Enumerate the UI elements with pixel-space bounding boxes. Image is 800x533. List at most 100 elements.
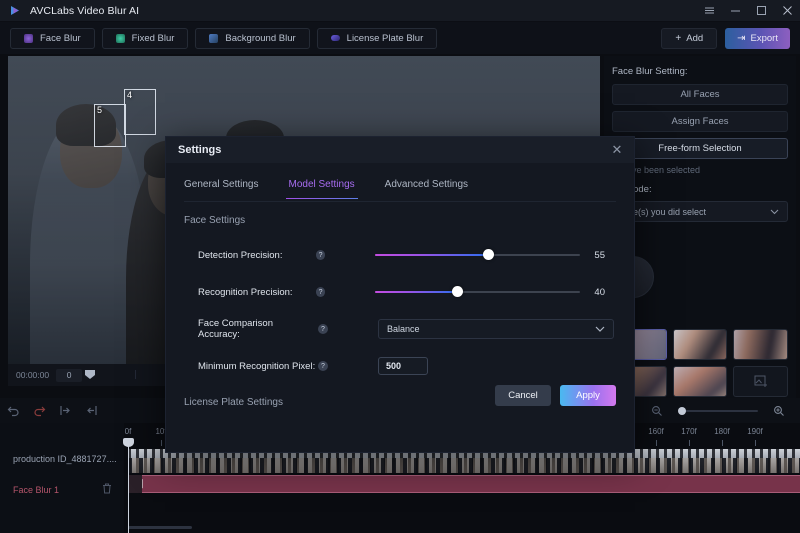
close-icon[interactable]	[774, 0, 800, 22]
tab-model-settings[interactable]: Model Settings	[285, 179, 358, 199]
preview-frame-input[interactable]: 0	[56, 368, 83, 382]
timeline-scrollbar[interactable]	[128, 526, 192, 529]
timeline-playhead[interactable]	[123, 438, 134, 533]
tool-label: License Plate Blur	[346, 32, 424, 44]
recognition-precision-label: Recognition Precision:	[198, 286, 293, 298]
chevron-down-icon	[770, 207, 779, 217]
export-icon: ⇥	[737, 32, 746, 44]
question-mark-icon[interactable]: ?	[318, 324, 328, 334]
dialog-tabs: General Settings Model Settings Advanced…	[166, 163, 634, 201]
track-name-video[interactable]: production ID_4881727....	[0, 423, 124, 464]
detection-precision-slider[interactable]	[375, 248, 581, 262]
title-bar: AVCLabs Video Blur AI	[0, 0, 800, 22]
face-box-number: 5	[97, 105, 103, 115]
track-names: production ID_4881727.... Face Blur 1	[0, 423, 124, 533]
add-button[interactable]: + Add	[661, 27, 718, 49]
main-stage: 5 4 00:00:00 0 Face Blur Setting: All Fa…	[0, 54, 800, 453]
tab-general-settings[interactable]: General Settings	[184, 179, 259, 199]
timeline-zoom	[644, 398, 792, 423]
trash-icon[interactable]	[102, 483, 112, 496]
face-detection-box[interactable]: 5	[94, 104, 126, 147]
blur-style-2[interactable]	[672, 329, 728, 360]
track-label: Face Blur 1	[13, 484, 60, 495]
question-mark-icon[interactable]: ?	[318, 361, 328, 371]
app-title: AVCLabs Video Blur AI	[30, 4, 140, 17]
maximize-icon[interactable]	[748, 0, 774, 22]
all-faces-button[interactable]: All Faces	[612, 84, 788, 105]
cancel-button[interactable]: Cancel	[495, 384, 551, 406]
fixed-blur-icon	[115, 33, 125, 43]
dialog-body: Face Settings Detection Precision: ? 55 …	[166, 202, 634, 417]
face-comparison-accuracy-value: Balance	[387, 324, 420, 334]
chevron-down-icon	[595, 324, 605, 334]
undo-icon[interactable]	[0, 398, 26, 423]
assign-faces-button[interactable]: Assign Faces	[612, 111, 788, 132]
face-comparison-accuracy-select[interactable]: Balance	[378, 319, 614, 339]
selection-count-note: s) have been selected	[612, 165, 701, 175]
tool-label: Background Blur	[225, 32, 296, 44]
question-mark-icon[interactable]: ?	[315, 287, 326, 297]
face-box-number: 4	[127, 90, 133, 100]
apply-button[interactable]: Apply	[560, 384, 616, 406]
application-window: AVCLabs Video Blur AI Face Blur Fixed Bl…	[0, 0, 800, 533]
blur-style-5[interactable]	[672, 366, 728, 397]
blur-type-label: pe:	[612, 312, 788, 323]
dialog-title: Settings	[178, 144, 222, 156]
split-right-icon[interactable]	[78, 398, 104, 423]
add-label: Add	[686, 32, 704, 44]
field-face-comparison-accuracy: Face Comparison Accuracy: ? Balance	[184, 314, 616, 344]
tool-fixed-blur[interactable]: Fixed Blur	[101, 27, 189, 49]
face-list-label: ist:	[612, 233, 788, 244]
face-list	[612, 250, 788, 304]
blur-mode-label: on Mode:	[612, 184, 652, 195]
timeline-clip-face-blur[interactable]: ❚❚	[128, 475, 800, 493]
detection-precision-label: Detection Precision:	[198, 249, 283, 261]
blur-mode-select[interactable]: face(s) you did select	[612, 201, 788, 222]
tool-label: Fixed Blur	[131, 32, 175, 44]
blur-style-3[interactable]	[733, 329, 788, 360]
detection-precision-value: 55	[594, 249, 605, 261]
window-controls	[696, 0, 800, 22]
timeline-clip-handle[interactable]	[128, 475, 142, 493]
field-recognition-precision: Recognition Precision: ? 40	[184, 277, 616, 307]
main-toolbar: Face Blur Fixed Blur Background Blur Lic…	[0, 22, 800, 54]
face-comparison-accuracy-label: Face Comparison Accuracy:	[198, 318, 273, 340]
question-mark-icon[interactable]: ?	[315, 250, 326, 260]
tool-face-blur[interactable]: Face Blur	[10, 27, 95, 49]
face-blur-setting-label: Face Blur Setting:	[612, 66, 688, 77]
field-detection-precision: Detection Precision: ? 55	[184, 240, 616, 270]
preview-timecode: 00:00:00	[16, 370, 50, 380]
add-image-icon[interactable]	[733, 366, 788, 397]
dialog-header: Settings ✕	[166, 137, 634, 163]
zoom-slider[interactable]	[678, 406, 758, 415]
split-left-icon[interactable]	[52, 398, 78, 423]
track-name-face-blur[interactable]: Face Blur 1	[0, 464, 124, 496]
blur-style-grid	[612, 329, 788, 397]
zoom-out-icon[interactable]	[644, 398, 670, 423]
export-button[interactable]: ⇥ Export	[725, 27, 790, 49]
tab-advanced-settings[interactable]: Advanced Settings	[385, 179, 468, 199]
recognition-precision-value: 40	[594, 286, 605, 298]
license-plate-blur-icon	[330, 35, 340, 41]
recognition-precision-slider[interactable]	[375, 285, 581, 299]
free-form-selection-button[interactable]: Free-form Selection	[612, 138, 788, 159]
background-blur-icon	[209, 33, 219, 43]
tool-label: Face Blur	[40, 32, 81, 44]
hamburger-menu-icon[interactable]	[696, 0, 722, 22]
tool-background-blur[interactable]: Background Blur	[195, 27, 310, 49]
zoom-in-icon[interactable]	[766, 398, 792, 423]
export-label: Export	[750, 32, 778, 44]
redo-icon[interactable]	[26, 398, 52, 423]
close-icon[interactable]: ✕	[608, 142, 626, 158]
tool-license-plate-blur[interactable]: License Plate Blur	[316, 27, 438, 49]
face-detection-box[interactable]: 4	[124, 89, 156, 135]
settings-dialog: Settings ✕ General Settings Model Settin…	[165, 136, 635, 453]
plus-icon: +	[675, 32, 682, 44]
app-logo-icon	[9, 4, 22, 17]
face-blur-icon	[24, 33, 33, 43]
minimize-icon[interactable]	[722, 0, 748, 22]
minimum-recognition-pixel-label: Minimum Recognition Pixel:	[198, 360, 316, 372]
playhead-marker-icon[interactable]	[85, 366, 96, 384]
dialog-footer: Cancel Apply	[166, 373, 634, 417]
face-settings-title: Face Settings	[184, 215, 246, 226]
